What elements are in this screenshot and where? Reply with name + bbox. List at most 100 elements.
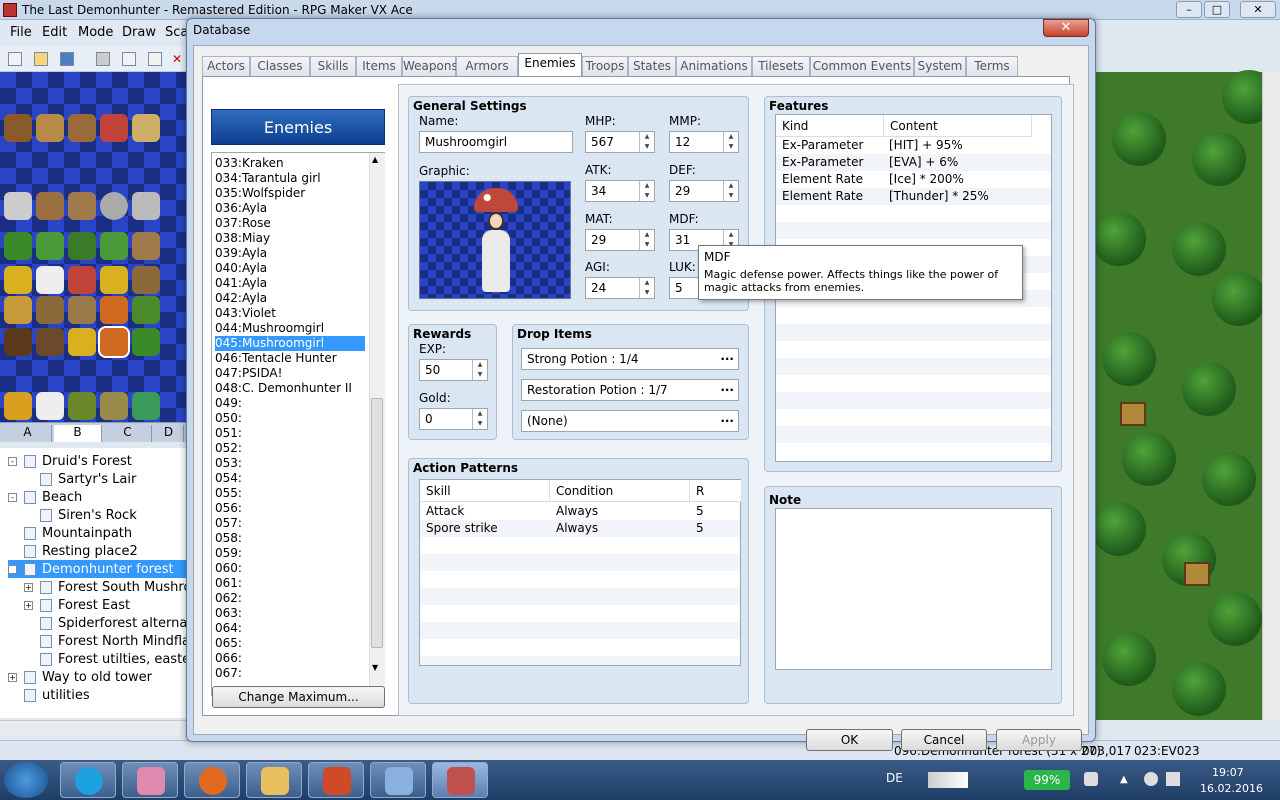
ok-button[interactable]: OK <box>806 729 893 751</box>
feature-kind-cell[interactable]: Element Rate <box>782 171 863 188</box>
menu-mode[interactable]: Mode <box>78 25 113 40</box>
note-textarea[interactable] <box>775 508 1052 670</box>
enemy-list-item[interactable]: 065: <box>215 636 365 651</box>
tile-palm-icon[interactable] <box>132 328 160 356</box>
tile-haystack-icon[interactable] <box>4 392 32 420</box>
tab-troops[interactable]: Troops <box>582 56 628 76</box>
tab-tilesets[interactable]: Tilesets <box>752 56 810 76</box>
tile-fence-icon[interactable] <box>68 192 96 220</box>
tile-window-icon[interactable] <box>100 114 128 142</box>
network-icon[interactable] <box>1144 772 1158 786</box>
enemy-list-item[interactable]: 060: <box>215 561 365 576</box>
features-col-kind[interactable]: Kind <box>776 115 884 137</box>
enemy-list-item[interactable]: 063: <box>215 606 365 621</box>
spin-down-icon[interactable]: ▼ <box>639 142 654 152</box>
enemy-list-item[interactable]: 033:Kraken <box>215 156 365 171</box>
tile-bush-icon[interactable] <box>132 392 160 420</box>
tab-animations[interactable]: Animations <box>676 56 752 76</box>
action-rating-cell[interactable]: 5 <box>696 503 704 520</box>
tile-well-icon[interactable] <box>100 192 128 220</box>
enemy-list-item[interactable]: 067: <box>215 666 365 681</box>
tab-weapons[interactable]: Weapons <box>402 56 458 76</box>
action-col-condition[interactable]: Condition <box>550 480 690 502</box>
minimize-icon[interactable]: – <box>1176 1 1202 18</box>
tile-sign-icon[interactable] <box>4 192 32 220</box>
tab-common-events[interactable]: Common Events <box>810 56 914 76</box>
action-col-r[interactable]: R <box>690 480 742 502</box>
menu-scale[interactable]: Sca <box>165 25 188 40</box>
open-project-icon[interactable] <box>34 52 48 66</box>
enemy-list-item[interactable]: 043:Violet <box>215 306 365 321</box>
enemy-list-item[interactable]: 038:Miay <box>215 231 365 246</box>
enemies-list-scrollbar[interactable]: ▲ ▼ <box>369 153 385 695</box>
spin-down-icon[interactable]: ▼ <box>723 142 738 152</box>
map-tree-item[interactable]: Forest utilties, easte <box>24 650 190 668</box>
dialog-close-icon[interactable]: ✕ <box>1043 19 1089 37</box>
tab-actors[interactable]: Actors <box>202 56 250 76</box>
map-tree-item[interactable]: Resting place2 <box>8 542 138 560</box>
change-maximum-button[interactable]: Change Maximum... <box>212 686 385 708</box>
tile-barrel-icon[interactable] <box>68 296 96 324</box>
feature-content-cell[interactable]: [Thunder] * 25% <box>889 188 989 205</box>
tile-plant-icon[interactable] <box>68 392 96 420</box>
map-tree-item[interactable]: + Way to old tower <box>8 668 152 686</box>
tree-expander-icon[interactable]: + <box>24 582 33 592</box>
tab-terms[interactable]: Terms <box>966 56 1018 76</box>
spin-up-icon[interactable]: ▲ <box>639 132 654 142</box>
tile-hay-icon[interactable] <box>4 296 32 324</box>
features-col-content[interactable]: Content <box>884 115 1032 137</box>
spin-down-icon[interactable]: ▼ <box>639 191 654 201</box>
map-tree-item[interactable]: Siren's Rock <box>24 506 137 524</box>
enemy-list-item[interactable]: 041:Ayla <box>215 276 365 291</box>
enemy-list-item[interactable]: 055: <box>215 486 365 501</box>
action-patterns-table[interactable]: Skill Condition R Attack Always 5 Spore str… <box>419 479 742 666</box>
spin-up-icon[interactable]: ▲ <box>639 230 654 240</box>
tab-classes[interactable]: Classes <box>250 56 310 76</box>
enemy-list-item[interactable]: 042:Ayla <box>215 291 365 306</box>
map-tree-item[interactable]: Mountainpath <box>8 524 132 542</box>
enemy-list-item[interactable]: 048:C. Demonhunter II <box>215 381 365 396</box>
map-tree-item[interactable]: - Demonhunter forest <box>8 560 186 578</box>
plug-icon[interactable] <box>1084 772 1098 786</box>
enemy-list-item[interactable]: 034:Tarantula girl <box>215 171 365 186</box>
clock-date[interactable]: 16.02.2016 <box>1200 782 1263 795</box>
map-tree-item[interactable]: Forest North Mindfla <box>24 632 190 650</box>
enemy-list-item[interactable]: 036:Ayla <box>215 201 365 216</box>
enemy-list-item[interactable]: 047:PSIDA! <box>215 366 365 381</box>
tile-plant-icon[interactable] <box>4 232 32 260</box>
mhp-spinner[interactable]: 567 ▲ ▼ <box>585 131 655 153</box>
enemy-list-item[interactable]: 064: <box>215 621 365 636</box>
feature-content-cell[interactable]: [EVA] + 6% <box>889 154 958 171</box>
name-field[interactable]: Mushroomgirl <box>419 131 573 153</box>
scroll-thumb[interactable] <box>371 398 383 648</box>
atk-spinner[interactable]: 34 ▲ ▼ <box>585 180 655 202</box>
spin-up-icon[interactable]: ▲ <box>723 230 738 240</box>
tile-door-icon[interactable] <box>68 114 96 142</box>
tile-plant-icon[interactable] <box>68 232 96 260</box>
spin-up-icon[interactable]: ▲ <box>472 409 487 419</box>
tile-plant-icon[interactable] <box>100 392 128 420</box>
tile-bush-icon[interactable] <box>132 296 160 324</box>
spin-up-icon[interactable]: ▲ <box>639 181 654 191</box>
clock-time[interactable]: 19:07 <box>1212 766 1244 779</box>
tree-expander-icon[interactable]: + <box>8 672 17 682</box>
tab-skills[interactable]: Skills <box>310 56 356 76</box>
cancel-button[interactable]: Cancel <box>901 729 987 751</box>
action-skill-cell[interactable]: Attack <box>426 503 464 520</box>
action-rating-cell[interactable]: 5 <box>696 520 704 537</box>
enemy-list-item[interactable]: 059: <box>215 546 365 561</box>
tree-expander-icon[interactable]: + <box>24 600 33 610</box>
tile-log-icon[interactable] <box>132 266 160 294</box>
action-condition-cell[interactable]: Always <box>556 503 598 520</box>
mmp-spinner[interactable]: 12 ▲ ▼ <box>669 131 739 153</box>
tile-stump-icon[interactable] <box>132 232 160 260</box>
taskbar-paint[interactable] <box>370 762 426 798</box>
def-spinner[interactable]: 29 ▲ ▼ <box>669 180 739 202</box>
menu-file[interactable]: File <box>10 25 32 40</box>
feature-content-cell[interactable]: [HIT] + 95% <box>889 137 963 154</box>
enemy-graphic[interactable] <box>419 181 571 299</box>
map-tree-item[interactable]: - Beach <box>8 488 82 506</box>
tile-mushroom-icon[interactable] <box>100 296 128 324</box>
copy-icon[interactable] <box>122 52 136 66</box>
tileset-palette[interactable] <box>0 72 186 422</box>
